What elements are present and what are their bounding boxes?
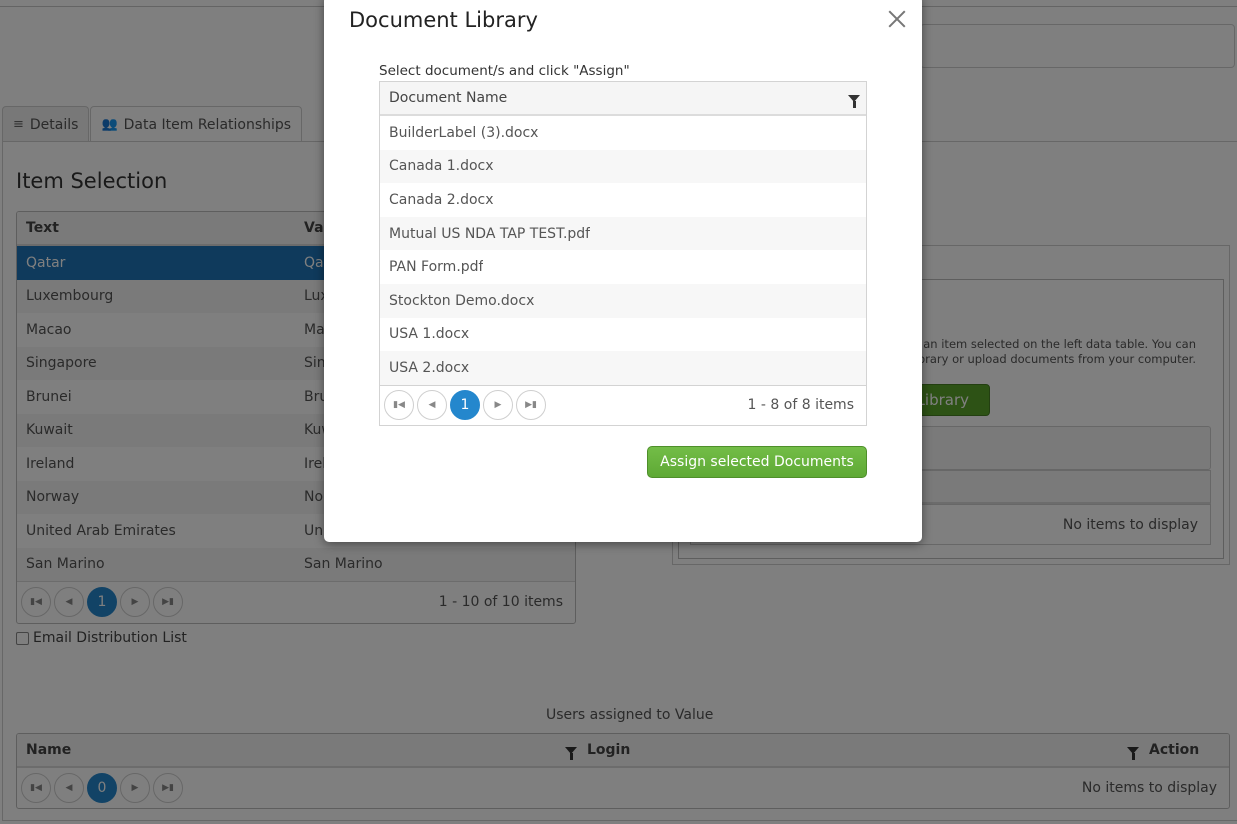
document-name: Mutual US NDA TAP TEST.pdf bbox=[389, 225, 591, 242]
document-name: BuilderLabel (3).docx bbox=[389, 124, 539, 141]
document-name: Stockton Demo.docx bbox=[389, 292, 535, 309]
document-grid-pager: ▮◀ ◀ 1 ▶ ▶▮ 1 - 8 of 8 items bbox=[380, 384, 866, 425]
first-page-button[interactable]: ▮◀ bbox=[384, 390, 414, 421]
document-row[interactable]: Stockton Demo.docx bbox=[380, 283, 866, 318]
current-page-button[interactable]: 1 bbox=[450, 390, 480, 421]
document-row[interactable]: BuilderLabel (3).docx bbox=[380, 116, 866, 150]
document-name: PAN Form.pdf bbox=[389, 259, 484, 276]
document-row[interactable]: Mutual US NDA TAP TEST.pdf bbox=[380, 216, 866, 251]
document-name: USA 2.docx bbox=[389, 359, 470, 376]
document-name: Canada 1.docx bbox=[389, 158, 494, 175]
document-library-grid: Document Name BuilderLabel (3).docx Canad… bbox=[379, 81, 867, 426]
document-row[interactable]: USA 1.docx bbox=[380, 318, 866, 352]
dialog-instruction: Select document/s and click "Assign" bbox=[379, 63, 630, 79]
document-row[interactable]: Canada 2.docx bbox=[380, 183, 866, 217]
document-grid-body: BuilderLabel (3).docx Canada 1.docx Canada… bbox=[380, 116, 866, 385]
dialog-title: Document Library bbox=[349, 8, 538, 32]
document-name: Canada 2.docx bbox=[389, 191, 494, 208]
pager-info: 1 - 8 of 8 items bbox=[747, 397, 854, 414]
close-icon[interactable] bbox=[884, 6, 910, 32]
document-library-dialog: Document Library Select document/s and c… bbox=[324, 0, 922, 542]
document-row[interactable]: Canada 1.docx bbox=[380, 149, 866, 184]
document-row[interactable]: PAN Form.pdf bbox=[380, 250, 866, 284]
document-name: USA 1.docx bbox=[389, 326, 470, 343]
next-page-button[interactable]: ▶ bbox=[483, 390, 513, 421]
prev-page-button[interactable]: ◀ bbox=[417, 390, 447, 421]
filter-icon[interactable] bbox=[848, 94, 860, 108]
assign-selected-documents-button[interactable]: Assign selected Documents bbox=[647, 446, 867, 478]
document-grid-header: Document Name bbox=[380, 82, 866, 116]
document-row[interactable]: USA 2.docx bbox=[380, 351, 866, 385]
column-header-document-name[interactable]: Document Name bbox=[389, 90, 507, 106]
last-page-button[interactable]: ▶▮ bbox=[516, 390, 546, 421]
